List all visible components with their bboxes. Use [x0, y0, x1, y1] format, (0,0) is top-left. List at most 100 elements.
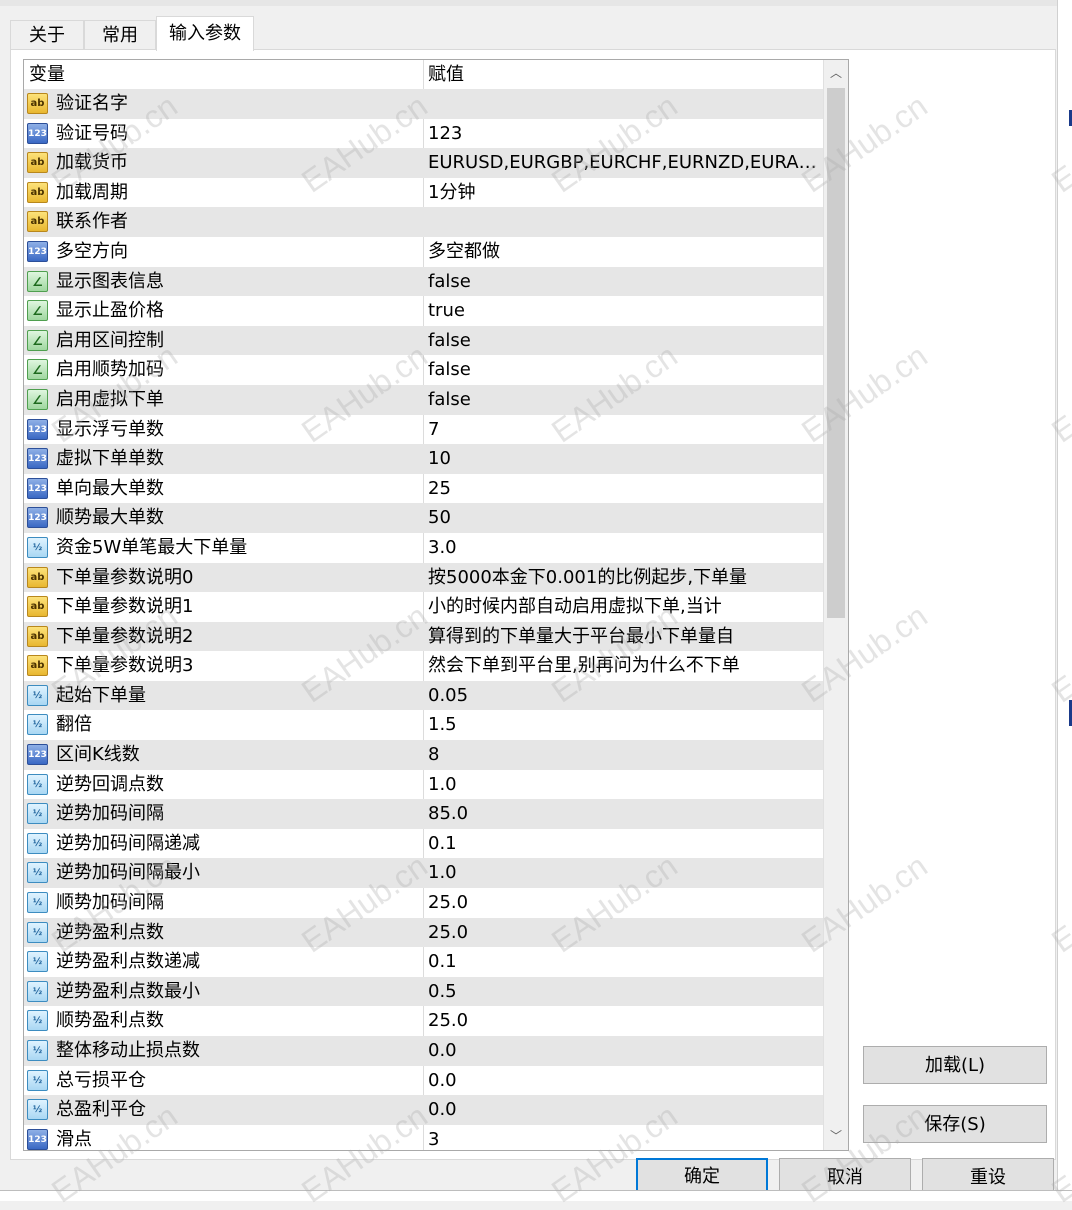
parameter-row[interactable]: ½ 总盈利平仓 0.0	[24, 1095, 823, 1125]
vertical-scrollbar[interactable]: ︿ ﹀	[823, 60, 848, 1150]
parameter-row[interactable]: 123 虚拟下单单数 10	[24, 444, 823, 474]
tab-inputs[interactable]: 输入参数	[156, 16, 254, 51]
parameter-value[interactable]: 0.1	[428, 829, 818, 859]
half-double-icon: ½	[27, 892, 48, 914]
parameter-row[interactable]: ½ 翻倍 1.5	[24, 710, 823, 740]
parameter-grid[interactable]: 变量 赋值 ab 验证名字 123 验证号码 123 ab 加载货币 EURUSD,EURGB…	[23, 59, 849, 1151]
parameter-name: 启用区间控制	[56, 329, 164, 351]
parameter-row[interactable]: ½ 逆势回调点数 1.0	[24, 770, 823, 800]
parameter-row[interactable]: ½ 逆势加码间隔最小 1.0	[24, 858, 823, 889]
parameter-value[interactable]: 8	[428, 740, 818, 770]
half-double-icon: ½	[27, 862, 48, 884]
parameter-value[interactable]: false	[428, 355, 818, 385]
tab-common[interactable]: 常用	[84, 20, 156, 50]
parameter-name: 区间K线数	[56, 744, 140, 766]
parameter-row[interactable]: ab 联系作者	[24, 207, 823, 237]
parameter-value[interactable]: false	[428, 385, 818, 415]
parameter-value[interactable]: 0.1	[428, 947, 818, 977]
parameter-value[interactable]: 算得到的下单量大于平台最小下单量自	[428, 622, 818, 652]
parameter-value[interactable]: 10	[428, 444, 818, 474]
123-int-icon: 123	[27, 477, 48, 499]
parameter-row[interactable]: 123 区间K线数 8	[24, 740, 823, 770]
parameter-value[interactable]: false	[428, 267, 818, 297]
parameter-value[interactable]: true	[428, 296, 818, 326]
parameter-value[interactable]: 0.0	[428, 1095, 818, 1125]
parameter-name: 顺势盈利点数	[56, 1010, 164, 1032]
parameter-row[interactable]: 123 验证号码 123	[24, 119, 823, 149]
parameter-value[interactable]: EURUSD,EURGBP,EURCHF,EURNZD,EURAU...	[428, 148, 818, 178]
parameter-value[interactable]: 25	[428, 474, 818, 504]
parameter-row[interactable]: ∠ 启用区间控制 false	[24, 325, 823, 356]
parameter-row[interactable]: ∠ 启用虚拟下单 false	[24, 384, 823, 415]
parameter-value[interactable]: 25.0	[428, 918, 818, 948]
parameter-row[interactable]: ½ 总亏损平仓 0.0	[24, 1066, 823, 1096]
parameter-value[interactable]: 1.5	[428, 710, 818, 740]
parameter-row[interactable]: ab 加载周期 1分钟	[24, 178, 823, 208]
bottom-button-strip: 确定 取消 重设	[0, 1158, 1058, 1190]
parameter-value[interactable]: 0.5	[428, 977, 818, 1007]
parameter-value[interactable]: 1.0	[428, 858, 818, 888]
header-variable[interactable]: 变量	[29, 60, 65, 90]
parameter-row[interactable]: 123 显示浮亏单数 7	[24, 415, 823, 445]
parameter-value[interactable]: 多空都做	[428, 237, 818, 267]
parameter-row[interactable]: ∠ 启用顺势加码 false	[24, 355, 823, 385]
parameter-value[interactable]: 然会下单到平台里,别再问为什么不下单	[428, 651, 818, 681]
parameter-row[interactable]: ½ 逆势加码间隔递减 0.1	[24, 829, 823, 859]
parameter-row[interactable]: ½ 整体移动止损点数 0.0	[24, 1036, 823, 1066]
parameter-value[interactable]: 85.0	[428, 799, 818, 829]
parameter-row[interactable]: ½ 逆势盈利点数 25.0	[24, 917, 823, 948]
parameter-row[interactable]: 123 顺势最大单数 50	[24, 503, 823, 533]
tab-about[interactable]: 关于	[10, 20, 84, 50]
parameter-value[interactable]: 3.0	[428, 533, 818, 563]
save-button[interactable]: 保存(S)	[863, 1105, 1047, 1143]
parameter-value[interactable]: 小的时候内部自动启用虚拟下单,当计	[428, 592, 818, 622]
scroll-down-icon[interactable]: ﹀	[824, 1123, 848, 1149]
parameter-row[interactable]: ab 下单量参数说明3 然会下单到平台里,别再问为什么不下单	[24, 651, 823, 681]
parameter-row[interactable]: ½ 逆势加码间隔 85.0	[24, 799, 823, 829]
parameter-row[interactable]: ∠ 显示止盈价格 true	[24, 296, 823, 326]
parameter-row[interactable]: ab 下单量参数说明1 小的时候内部自动启用虚拟下单,当计	[24, 592, 823, 622]
load-button[interactable]: 加载(L)	[863, 1046, 1047, 1084]
parameter-row[interactable]: ½ 逆势盈利点数最小 0.5	[24, 976, 823, 1007]
parameter-row[interactable]: 123 单向最大单数 25	[24, 474, 823, 504]
parameter-value[interactable]: 0.0	[428, 1066, 818, 1096]
parameter-value[interactable]: 3	[428, 1125, 818, 1150]
parameter-row[interactable]: ∠ 显示图表信息 false	[24, 266, 823, 297]
parameter-value[interactable]: 50	[428, 503, 818, 533]
scroll-up-icon[interactable]: ︿	[824, 60, 848, 86]
ok-button[interactable]: 确定	[636, 1158, 768, 1190]
parameter-value[interactable]: false	[428, 326, 818, 356]
parameter-value[interactable]: 7	[428, 415, 818, 445]
window-top-strip	[0, 0, 1072, 6]
scrollbar-thumb[interactable]	[827, 88, 845, 618]
123-int-icon: 123	[27, 122, 48, 144]
parameter-name: 多空方向	[56, 240, 128, 262]
ab-string-icon: ab	[27, 211, 48, 233]
parameter-name: 加载货币	[56, 152, 128, 174]
parameter-row[interactable]: 123 滑点 3	[24, 1125, 823, 1150]
bool-icon: ∠	[27, 329, 48, 351]
parameter-row[interactable]: ab 下单量参数说明2 算得到的下单量大于平台最小下单量自	[24, 621, 823, 652]
parameter-value[interactable]: 1.0	[428, 770, 818, 800]
parameter-row[interactable]: ½ 资金5W单笔最大下单量 3.0	[24, 533, 823, 563]
parameter-value[interactable]: 按5000本金下0.001的比例起步,下单量	[428, 563, 818, 593]
parameter-value[interactable]: 0.05	[428, 681, 818, 711]
parameter-value[interactable]: 25.0	[428, 888, 818, 918]
parameter-row[interactable]: ab 验证名字	[24, 89, 823, 119]
header-value[interactable]: 赋值	[428, 60, 464, 90]
parameter-row[interactable]: ½ 顺势加码间隔 25.0	[24, 888, 823, 918]
parameter-value[interactable]: 1分钟	[428, 178, 818, 208]
parameter-row[interactable]: ½ 逆势盈利点数递减 0.1	[24, 947, 823, 977]
parameter-name: 顺势最大单数	[56, 507, 164, 529]
parameter-value[interactable]: 123	[428, 119, 818, 149]
cancel-button[interactable]: 取消	[779, 1158, 911, 1190]
parameter-row[interactable]: ab 加载货币 EURUSD,EURGBP,EURCHF,EURNZD,EURAU.…	[24, 148, 823, 178]
parameter-value[interactable]: 25.0	[428, 1006, 818, 1036]
parameter-row[interactable]: 123 多空方向 多空都做	[24, 237, 823, 267]
parameter-value[interactable]: 0.0	[428, 1036, 818, 1066]
reset-button[interactable]: 重设	[922, 1158, 1054, 1190]
parameter-row[interactable]: ½ 起始下单量 0.05	[24, 680, 823, 711]
parameter-row[interactable]: ½ 顺势盈利点数 25.0	[24, 1006, 823, 1036]
background-window-edge	[1057, 0, 1072, 1200]
parameter-row[interactable]: ab 下单量参数说明0 按5000本金下0.001的比例起步,下单量	[24, 562, 823, 593]
